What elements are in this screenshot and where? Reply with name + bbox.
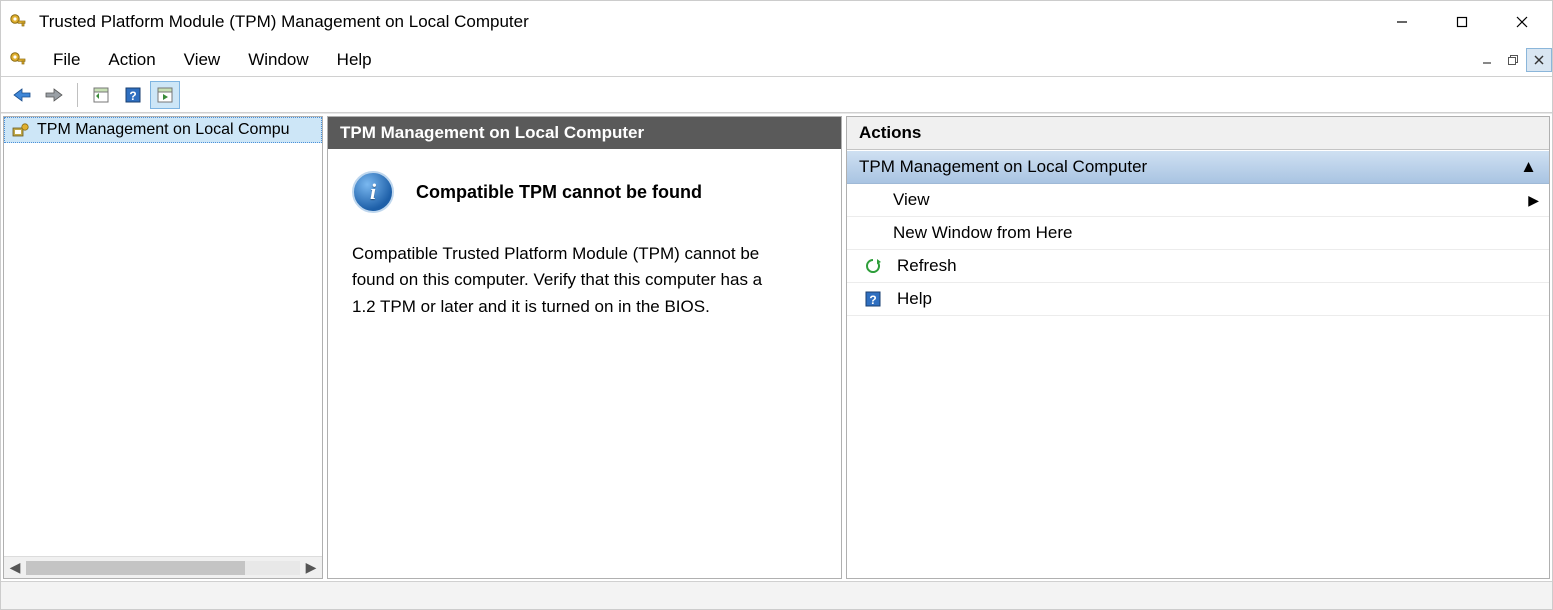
collapse-icon: ▲ [1520,157,1537,177]
tpm-icon [11,121,31,139]
back-button[interactable] [7,81,37,109]
menu-help[interactable]: Help [323,46,386,74]
refresh-icon [859,257,887,275]
action-label: New Window from Here [889,223,1539,243]
titlebar: Trusted Platform Module (TPM) Management… [1,1,1552,43]
actions-group-label: TPM Management on Local Computer [859,157,1147,177]
app-window: Trusted Platform Module (TPM) Management… [0,0,1553,610]
mdi-restore-button[interactable] [1500,48,1526,72]
action-new-window[interactable]: New Window from Here [847,217,1549,250]
minimize-button[interactable] [1372,1,1432,43]
show-hide-pane-button[interactable] [150,81,180,109]
scroll-right-icon[interactable]: ▶ [300,559,322,576]
toolbar-divider [77,83,78,107]
action-label: View [889,190,1528,210]
menu-action[interactable]: Action [94,46,169,74]
help-button[interactable]: ? [118,81,148,109]
close-button[interactable] [1492,1,1552,43]
svg-text:?: ? [129,89,136,103]
actions-title: Actions [847,117,1549,150]
action-refresh[interactable]: Refresh [847,250,1549,283]
tree-body: TPM Management on Local Compu [4,117,322,556]
forward-button[interactable] [39,81,69,109]
scroll-left-icon[interactable]: ◀ [4,559,26,576]
actions-pane: Actions TPM Management on Local Computer… [846,116,1550,579]
menubar: File Action View Window Help [1,43,1552,77]
scroll-thumb[interactable] [26,561,245,575]
chevron-right-icon: ▶ [1528,192,1539,209]
tree-item-label: TPM Management on Local Compu [37,121,290,139]
actions-group-header[interactable]: TPM Management on Local Computer ▲ [847,150,1549,184]
menu-view[interactable]: View [170,46,235,74]
action-help[interactable]: ? Help [847,283,1549,316]
window-title: Trusted Platform Module (TPM) Management… [39,12,1372,32]
info-heading: Compatible TPM cannot be found [416,182,702,203]
statusbar [1,581,1552,609]
maximize-button[interactable] [1432,1,1492,43]
menu-window[interactable]: Window [234,46,322,74]
svg-text:?: ? [869,293,876,307]
info-text: Compatible Trusted Platform Module (TPM)… [352,241,782,320]
tree-item-tpm[interactable]: TPM Management on Local Compu [4,117,322,143]
mdi-close-button[interactable] [1526,48,1552,72]
mdi-minimize-button[interactable] [1474,48,1500,72]
scroll-track[interactable] [26,561,300,575]
center-body: i Compatible TPM cannot be found Compati… [328,149,841,578]
properties-button[interactable] [86,81,116,109]
center-header: TPM Management on Local Computer [328,117,841,149]
info-icon: i [352,171,394,213]
toolbar: ? [1,77,1552,113]
action-label: Refresh [893,256,1539,276]
menu-file[interactable]: File [39,46,94,74]
app-icon [7,11,29,33]
action-label: Help [893,289,1539,309]
client-area: TPM Management on Local Compu ◀ ▶ TPM Ma… [1,113,1552,581]
center-pane: TPM Management on Local Computer i Compa… [327,116,842,579]
action-view[interactable]: View ▶ [847,184,1549,217]
tree-hscrollbar[interactable]: ◀ ▶ [4,556,322,578]
window-controls [1372,1,1552,43]
info-row: i Compatible TPM cannot be found [352,171,817,213]
navigation-tree: TPM Management on Local Compu ◀ ▶ [3,116,323,579]
help-icon: ? [859,290,887,308]
mdi-icon [7,49,29,71]
actions-list: View ▶ New Window from Here Refresh [847,184,1549,578]
